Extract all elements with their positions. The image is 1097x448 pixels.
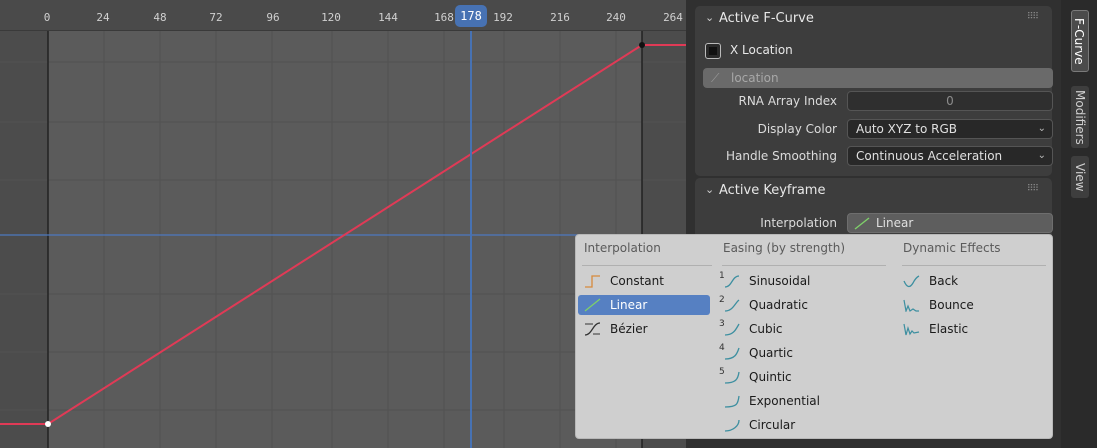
tick-label: 144 xyxy=(378,11,398,24)
frame-ruler[interactable]: 0 24 48 72 96 120 144 168 192 216 240 26… xyxy=(0,0,686,31)
active-fcurve-panel: ⌄ Active F-Curve ⠿⠿ X Location ⟋ locatio… xyxy=(695,6,1053,176)
chevron-down-icon: ⌄ xyxy=(1037,150,1046,161)
tick-label: 216 xyxy=(550,11,570,24)
menu-item-label: Circular xyxy=(749,418,796,432)
active-keyframe-header[interactable]: ⌄ Active Keyframe ⠿⠿ xyxy=(695,178,1052,204)
menu-item-label: Cubic xyxy=(749,322,783,336)
menu-item-label: Linear xyxy=(610,298,648,312)
menu-item-back[interactable]: Back xyxy=(897,271,1047,291)
tick-label: 0 xyxy=(43,11,51,24)
keyframe-end[interactable] xyxy=(639,42,645,48)
chevron-down-icon: ⌄ xyxy=(705,11,715,24)
display-color-label: Display Color xyxy=(757,122,837,136)
tick-label: 192 xyxy=(493,11,513,24)
channel-color-swatch[interactable] xyxy=(705,43,721,59)
tick-label: 24 xyxy=(96,11,110,24)
separator xyxy=(902,265,1046,266)
menu-item-label: Back xyxy=(929,274,959,288)
tick-label: 96 xyxy=(266,11,280,24)
rna-index-label: RNA Array Index xyxy=(738,94,837,108)
back-easing-icon xyxy=(903,275,920,288)
tick-label: 48 xyxy=(153,11,167,24)
display-color-value: Auto XYZ to RGB xyxy=(856,122,957,136)
menu-item-quartic[interactable]: 4 Quartic xyxy=(717,343,887,363)
rna-index-field[interactable]: 0 xyxy=(847,91,1053,111)
linear-interpolation-icon xyxy=(584,298,601,312)
interpolation-menu: Interpolation Easing (by strength) Dynam… xyxy=(575,234,1053,439)
circular-easing-icon xyxy=(724,419,740,432)
easing-column-header: Easing (by strength) xyxy=(723,241,845,255)
elastic-easing-icon xyxy=(903,323,920,336)
interpolation-column-header: Interpolation xyxy=(584,241,661,255)
panel-title: Active F-Curve xyxy=(719,11,814,26)
tab-modifiers[interactable]: Modifiers xyxy=(1071,86,1089,148)
constant-interpolation-icon xyxy=(585,275,600,288)
bezier-interpolation-icon xyxy=(584,322,601,336)
interpolation-dropdown[interactable]: Linear xyxy=(847,213,1053,233)
linear-interpolation-icon xyxy=(854,217,870,230)
separator xyxy=(582,265,712,266)
handle-smoothing-label: Handle Smoothing xyxy=(726,149,837,163)
quintic-easing-icon xyxy=(724,371,740,384)
menu-item-label: Bézier xyxy=(610,322,648,336)
menu-item-bounce[interactable]: Bounce xyxy=(897,295,1047,315)
tick-label: 168 xyxy=(434,11,454,24)
menu-item-sinusoidal[interactable]: 1 Sinusoidal xyxy=(717,271,887,291)
menu-item-label: Exponential xyxy=(749,394,820,408)
keyframe-start[interactable] xyxy=(45,421,51,427)
handle-smoothing-dropdown[interactable]: Continuous Acceleration ⌄ xyxy=(847,146,1053,166)
tick-label: 264 xyxy=(663,11,683,24)
menu-item-label: Elastic xyxy=(929,322,969,336)
dynamic-column-header: Dynamic Effects xyxy=(903,241,1001,255)
cubic-easing-icon xyxy=(724,323,740,336)
tab-view[interactable]: View xyxy=(1071,156,1089,198)
interpolation-value: Linear xyxy=(876,216,914,230)
tick-label: 240 xyxy=(606,11,626,24)
menu-item-bezier[interactable]: Bézier xyxy=(578,319,710,339)
sinusoidal-easing-icon xyxy=(724,275,740,288)
bounce-easing-icon xyxy=(903,299,919,312)
menu-item-label: Quadratic xyxy=(749,298,808,312)
menu-item-quintic[interactable]: 5 Quintic xyxy=(717,367,887,387)
menu-item-constant[interactable]: Constant xyxy=(578,271,710,291)
tick-label: 72 xyxy=(209,11,223,24)
menu-item-label: Quintic xyxy=(749,370,792,384)
exponential-easing-icon xyxy=(724,395,740,408)
rna-path-icon: ⟋ xyxy=(711,71,720,85)
menu-item-label: Bounce xyxy=(929,298,974,312)
menu-item-linear[interactable]: Linear xyxy=(578,295,710,315)
sidebar-tabs: F-Curve Modifiers View xyxy=(1061,0,1097,448)
menu-item-quadratic[interactable]: 2 Quadratic xyxy=(717,295,887,315)
chevron-down-icon: ⌄ xyxy=(1037,123,1046,134)
quartic-easing-icon xyxy=(724,347,740,360)
channel-name: X Location xyxy=(730,43,793,57)
handle-smoothing-value: Continuous Acceleration xyxy=(856,149,1003,163)
menu-item-cubic[interactable]: 3 Cubic xyxy=(717,319,887,339)
pre-range-shade xyxy=(0,0,48,448)
drag-grip-icon[interactable]: ⠿⠿ xyxy=(1027,184,1039,194)
panel-title: Active Keyframe xyxy=(719,183,826,198)
drag-grip-icon[interactable]: ⠿⠿ xyxy=(1027,12,1039,22)
display-color-dropdown[interactable]: Auto XYZ to RGB ⌄ xyxy=(847,119,1053,139)
tab-f-curve[interactable]: F-Curve xyxy=(1071,10,1089,72)
menu-item-circular[interactable]: Circular xyxy=(717,415,887,435)
separator xyxy=(722,265,886,266)
quadratic-easing-icon xyxy=(724,299,740,312)
interpolation-label: Interpolation xyxy=(760,216,837,230)
menu-item-elastic[interactable]: Elastic xyxy=(897,319,1047,339)
menu-item-label: Sinusoidal xyxy=(749,274,811,288)
data-path-value: location xyxy=(731,71,779,85)
tick-label: 120 xyxy=(321,11,341,24)
menu-item-label: Quartic xyxy=(749,346,793,360)
current-frame-indicator[interactable]: 178 xyxy=(455,5,487,27)
menu-item-exponential[interactable]: Exponential xyxy=(717,391,887,411)
menu-item-label: Constant xyxy=(610,274,664,288)
active-fcurve-header[interactable]: ⌄ Active F-Curve ⠿⠿ xyxy=(695,6,1052,32)
data-path-field[interactable]: ⟋ location xyxy=(703,68,1053,88)
chevron-down-icon: ⌄ xyxy=(705,183,715,196)
